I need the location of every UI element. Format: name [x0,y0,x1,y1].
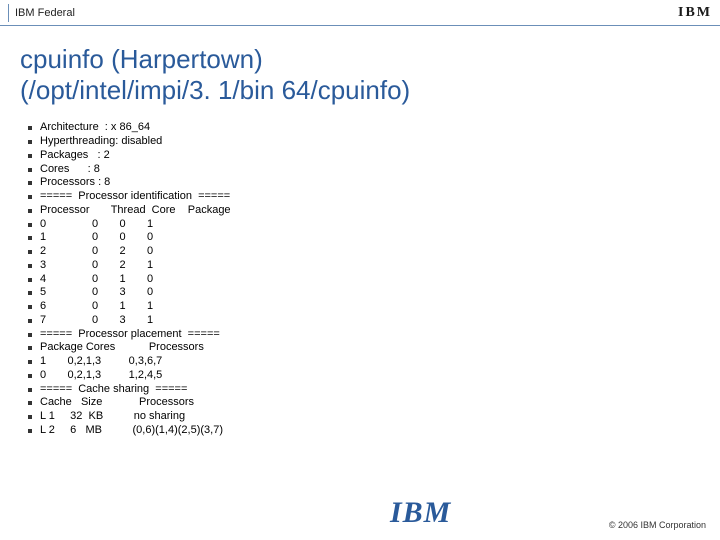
cpuinfo-line: 4 0 1 0 [28,273,720,287]
header-left: IBM Federal [0,4,75,22]
slide-body: Architecture : x 86_64Hyperthreading: di… [0,105,720,437]
ibm-logo-text: IBM [678,7,712,18]
divider-icon [8,4,9,22]
cpuinfo-line: Hyperthreading: disabled [28,135,720,149]
title-line-2: (/opt/intel/impi/3. 1/bin 64/cpuinfo) [20,75,720,106]
cpuinfo-line: Processors : 8 [28,176,720,190]
cpuinfo-line: 7 0 3 1 [28,314,720,328]
cpuinfo-line: Cores : 8 [28,163,720,177]
cpuinfo-line: ===== Processor placement ===== [28,328,720,342]
cpuinfo-list: Architecture : x 86_64Hyperthreading: di… [28,121,720,437]
cpuinfo-line: 3 0 2 1 [28,259,720,273]
cpuinfo-line: ===== Processor identification ===== [28,190,720,204]
cpuinfo-line: 6 0 1 1 [28,300,720,314]
slide-footer: IBM © 2006 IBM Corporation [0,496,720,530]
cpuinfo-line: L 2 6 MB (0,6)(1,4)(2,5)(3,7) [28,424,720,438]
cpuinfo-line: 0 0,2,1,3 1,2,4,5 [28,369,720,383]
cpuinfo-line: Processor Thread Core Package [28,204,720,218]
ibm-logo-icon: IBM [678,5,712,21]
cpuinfo-line: ===== Cache sharing ===== [28,383,720,397]
cpuinfo-line: L 1 32 KB no sharing [28,410,720,424]
cpuinfo-line: Cache Size Processors [28,396,720,410]
footer-copyright: © 2006 IBM Corporation [609,520,706,530]
slide-title: cpuinfo (Harpertown) (/opt/intel/impi/3.… [0,26,720,105]
cpuinfo-line: 2 0 2 0 [28,245,720,259]
cpuinfo-line: Architecture : x 86_64 [28,121,720,135]
top-header-bar: IBM Federal IBM [0,0,720,26]
cpuinfo-line: Packages : 2 [28,149,720,163]
title-line-1: cpuinfo (Harpertown) [20,44,720,75]
cpuinfo-line: 0 0 0 1 [28,218,720,232]
cpuinfo-line: 5 0 3 0 [28,286,720,300]
cpuinfo-line: 1 0 0 0 [28,231,720,245]
footer-ibm-logo: IBM [390,496,451,530]
brand-left-label: IBM Federal [15,7,75,19]
cpuinfo-line: Package Cores Processors [28,341,720,355]
cpuinfo-line: 1 0,2,1,3 0,3,6,7 [28,355,720,369]
